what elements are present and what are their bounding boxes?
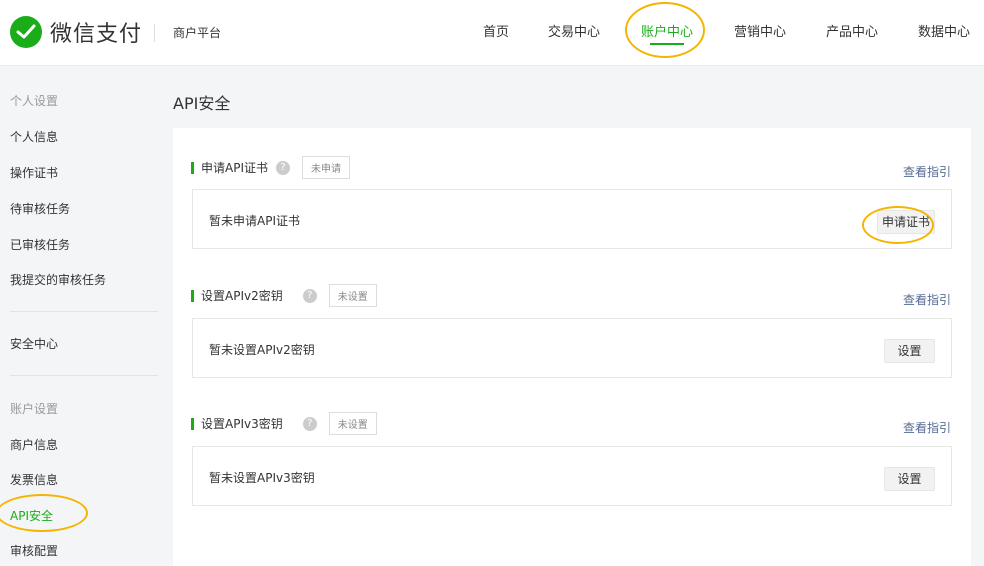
question-mark-icon[interactable]: ? [276, 160, 290, 175]
section-title: 设置APIv2密钥 [201, 289, 283, 303]
sidebar: 个人设置 个人信息 操作证书 待审核任务 已审核任务 我提交的审核任务 安全中心… [0, 66, 160, 566]
nav-marketing-center[interactable]: 营销中心 [734, 21, 786, 40]
apply-cert-button[interactable]: 申请证书 [877, 210, 935, 234]
section-message: 暂未申请API证书 [209, 214, 300, 228]
sidebar-item-invoice-info[interactable]: 发票信息 [10, 471, 58, 488]
nav-trade-center[interactable]: 交易中心 [548, 21, 600, 40]
sidebar-group-personal: 个人设置 [10, 94, 59, 108]
section-message: 暂未设置APIv3密钥 [209, 471, 315, 485]
top-header: 微信支付 商户平台 首页 交易中心 账户中心 营销中心 产品中心 数据中心 [0, 0, 984, 66]
section-header-api-cert: 申请API证书 ? 未申请 [191, 156, 350, 179]
status-badge: 未设置 [328, 412, 377, 435]
header-divider [154, 24, 155, 42]
platform-label: 商户平台 [173, 26, 222, 40]
nav-data-center[interactable]: 数据中心 [918, 21, 970, 40]
sidebar-item-merchant-info[interactable]: 商户信息 [10, 436, 58, 453]
brand-name: 微信支付 [50, 22, 143, 47]
view-guide-link[interactable]: 查看指引 [903, 163, 951, 180]
view-guide-link[interactable]: 查看指引 [903, 291, 951, 308]
sidebar-item-security-center[interactable]: 安全中心 [10, 335, 58, 352]
view-guide-link[interactable]: 查看指引 [903, 419, 951, 436]
section-accent-bar [191, 417, 194, 430]
sidebar-item-operation-cert[interactable]: 操作证书 [10, 164, 58, 181]
section-header-apiv2: 设置APIv2密钥 ? 未设置 [191, 284, 377, 307]
set-apiv2-key-button[interactable]: 设置 [884, 339, 935, 363]
nav-home[interactable]: 首页 [483, 21, 509, 40]
status-badge: 未申请 [302, 156, 350, 179]
sidebar-divider [10, 311, 158, 312]
sidebar-item-pending-review[interactable]: 待审核任务 [10, 200, 70, 217]
wechat-pay-check-icon [10, 16, 42, 48]
sidebar-group-account: 账户设置 [10, 402, 59, 416]
section-accent-bar [191, 161, 194, 174]
section-content-box: 暂未设置APIv2密钥 设置 [192, 318, 952, 378]
section-header-apiv3: 设置APIv3密钥 ? 未设置 [191, 412, 377, 435]
sidebar-item-personal-info[interactable]: 个人信息 [10, 128, 58, 145]
nav-account-center[interactable]: 账户中心 [641, 21, 693, 40]
section-accent-bar [191, 289, 194, 302]
section-title: 设置APIv3密钥 [201, 417, 283, 431]
sidebar-item-reviewed[interactable]: 已审核任务 [10, 236, 70, 253]
question-mark-icon[interactable]: ? [302, 288, 317, 303]
nav-active-indicator [650, 43, 684, 45]
api-security-card: 申请API证书 ? 未申请 查看指引 暂未申请API证书 申请证书 设置APIv… [173, 128, 971, 566]
sidebar-item-my-submitted[interactable]: 我提交的审核任务 [10, 271, 106, 288]
question-mark-icon[interactable]: ? [302, 416, 317, 431]
page-title: API安全 [173, 94, 231, 113]
section-title: 申请API证书 [201, 161, 268, 175]
section-content-box: 暂未申请API证书 申请证书 [192, 189, 952, 249]
sidebar-divider [10, 375, 158, 376]
sidebar-item-review-config[interactable]: 审核配置 [10, 542, 58, 559]
section-content-box: 暂未设置APIv3密钥 设置 [192, 446, 952, 506]
sidebar-item-api-security[interactable]: API安全 [10, 507, 53, 524]
brand-logo[interactable]: 微信支付 [10, 16, 142, 48]
nav-product-center[interactable]: 产品中心 [826, 21, 878, 40]
status-badge: 未设置 [328, 284, 377, 307]
section-message: 暂未设置APIv2密钥 [209, 343, 315, 357]
set-apiv3-key-button[interactable]: 设置 [884, 467, 935, 491]
